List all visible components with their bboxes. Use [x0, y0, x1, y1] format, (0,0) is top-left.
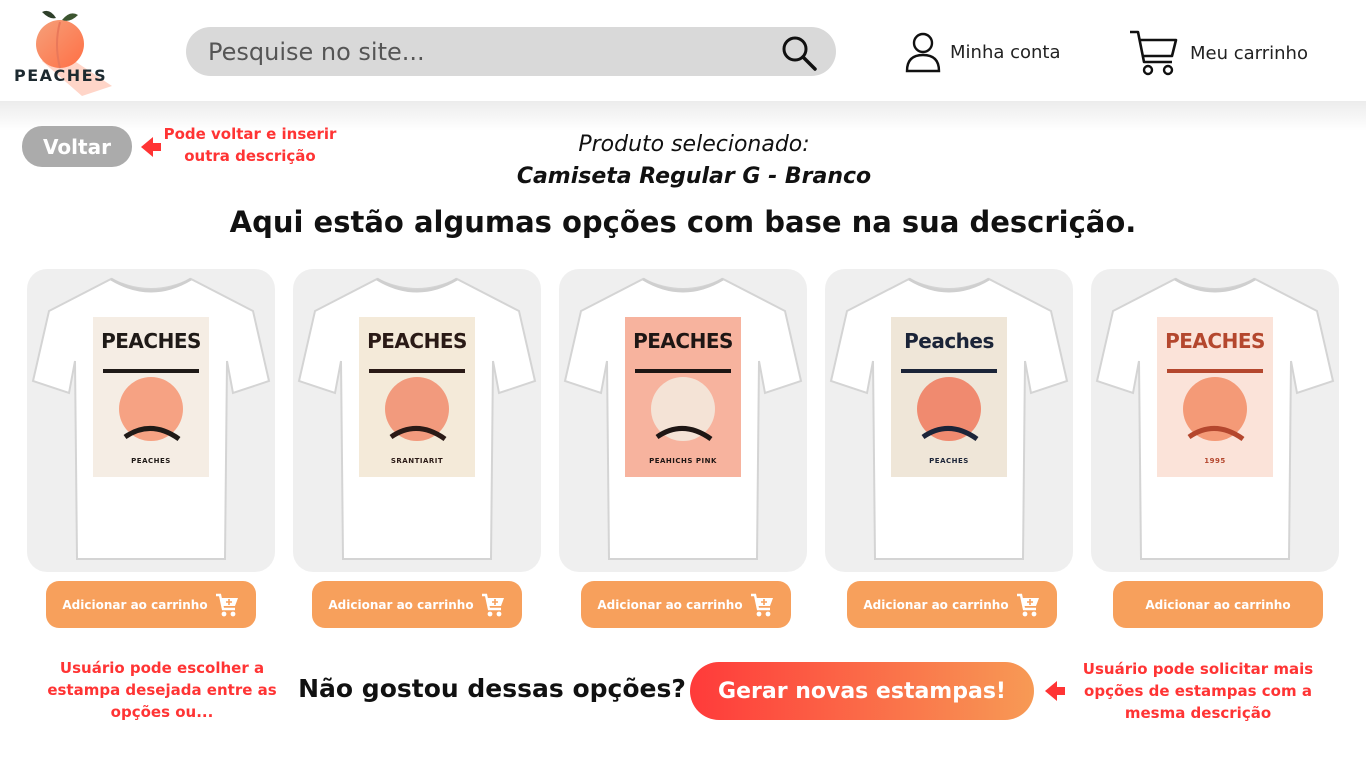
tshirt-image	[1095, 277, 1335, 560]
arrow-left-icon	[141, 137, 161, 157]
design-title: Peaches	[904, 329, 994, 353]
product-card[interactable]: PEACHES SRANTIARIT	[293, 269, 541, 572]
product-card[interactable]: PEACHES PEACHES	[27, 269, 275, 572]
request-more-note: Usuário pode solicitar mais opções de es…	[1082, 660, 1314, 722]
selected-product-label: Produto selecionado:	[578, 132, 810, 157]
app-root: PEACHES Minha conta Meu carrinho Volt	[0, 0, 1366, 768]
add-to-cart-button[interactable]: Adicionar ao carrinho	[46, 581, 256, 628]
account-label: Minha conta	[950, 41, 1061, 63]
design-caption: 1995	[1204, 457, 1226, 465]
design-caption: PEAHICHS PINK	[649, 457, 717, 465]
generate-new-designs-button[interactable]: Gerar novas estampas!	[690, 662, 1034, 720]
tshirt-image	[297, 277, 537, 560]
selected-product-name: Camiseta Regular G - Branco	[516, 164, 872, 189]
cart-link[interactable]: Meu carrinho	[1128, 28, 1308, 78]
arrow-left-icon	[1045, 681, 1065, 701]
add-to-cart-label: Adicionar ao carrinho	[62, 597, 208, 612]
product-card[interactable]: PEACHES 1995	[1091, 269, 1339, 572]
design-caption: PEACHES	[131, 457, 171, 465]
cart-icon	[215, 593, 238, 616]
add-to-cart-label: Adicionar ao carrinho	[328, 597, 474, 612]
cart-icon	[1016, 593, 1039, 616]
dislike-question: Não gostou dessas opções?	[298, 674, 686, 703]
design-title: PEACHES	[1165, 329, 1265, 353]
account-link[interactable]: Minha conta	[904, 30, 1061, 74]
tshirt-image	[563, 277, 803, 560]
logo[interactable]: PEACHES	[12, 6, 122, 96]
tshirt-image	[31, 277, 271, 560]
add-to-cart-label: Adicionar ao carrinho	[1145, 597, 1291, 612]
cart-icon	[750, 593, 773, 616]
user-icon	[905, 32, 941, 73]
logo-text: PEACHES	[14, 66, 108, 85]
cart-label: Meu carrinho	[1190, 42, 1308, 64]
cart-icon	[1130, 30, 1178, 76]
design-caption: PEACHES	[929, 457, 969, 465]
back-button[interactable]: Voltar	[22, 126, 132, 167]
add-to-cart-button[interactable]: Adicionar ao carrinho	[1113, 581, 1323, 628]
choose-note: Usuário pode escolher a estampa desejada…	[47, 659, 277, 721]
design-title: PEACHES	[367, 329, 467, 353]
add-to-cart-label: Adicionar ao carrinho	[597, 597, 743, 612]
add-to-cart-button[interactable]: Adicionar ao carrinho	[847, 581, 1057, 628]
search-icon[interactable]	[780, 34, 818, 72]
add-to-cart-label: Adicionar ao carrinho	[863, 597, 1009, 612]
header: PEACHES Minha conta Meu carrinho	[0, 0, 1366, 101]
design-title: PEACHES	[633, 329, 733, 353]
product-card[interactable]: Peaches PEACHES	[825, 269, 1073, 572]
tshirt-image	[829, 277, 1069, 560]
design-caption: SRANTIARIT	[390, 457, 444, 465]
add-to-cart-button[interactable]: Adicionar ao carrinho	[312, 581, 522, 628]
page-headline: Aqui estão algumas opções com base na su…	[229, 205, 1137, 239]
add-to-cart-button[interactable]: Adicionar ao carrinho	[581, 581, 791, 628]
search-input[interactable]	[186, 27, 836, 76]
product-card[interactable]: PEACHES PEAHICHS PINK	[559, 269, 807, 572]
back-note: Pode voltar e inserir outra descrição	[163, 125, 337, 165]
cart-icon	[481, 593, 504, 616]
design-title: PEACHES	[101, 329, 201, 353]
